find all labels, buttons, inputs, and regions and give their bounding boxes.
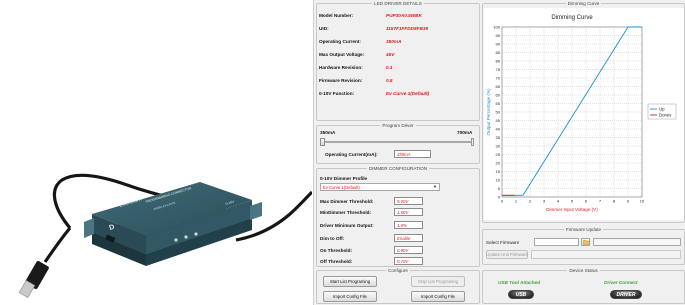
chart-x-axis-label: Dimmer Input Voltage (V) [546,207,598,212]
usb-programmer-image: EVERLIGHT PROGRAMMING CONNECTOR MODEL EX… [18,173,314,298]
y-tick-label: 70 [496,75,501,80]
dimmer-profile-label: 0-10V Dimmer Profile [320,176,368,181]
dimmer-profile-selected: Ev Curve 1(Default) [323,185,360,190]
start-list-programming-button[interactable]: Start List Programing [323,276,377,287]
driver-minimum-output-input[interactable]: 1.0% [394,221,423,229]
y-tick-label: 95 [496,33,501,38]
configure-title: Configure [388,268,408,273]
y-tick-label: 85 [496,50,501,55]
program-driver-title: Program Driver [382,123,414,128]
y-tick-label: 100 [493,24,500,29]
usb-tool-attached-label: USB Tool Attached [498,280,541,285]
max-dimmer-threshold-input[interactable]: 9.00V [394,197,423,205]
uid-label: UID: [319,26,329,31]
y-tick-label: 10 [496,177,501,182]
dimming-function-value: Ev Curve 1(Default) [386,91,430,96]
programming-app-window: LED DRIVER DETAILS Model Number: PUP30A0… [313,0,685,305]
browse-folder-button[interactable] [581,238,590,246]
max-output-voltage-label: Max Output Voltage: [319,52,365,57]
chevron-down-icon: ▼ [433,184,437,189]
import-config-file-button[interactable]: Import Config File [323,291,377,302]
y-tick-label: 35 [496,135,501,140]
legend-label: Up [659,107,665,112]
x-tick-label: 10 [640,199,645,204]
update-unit-firmware-button[interactable]: Update Unit Firmware [486,250,528,259]
y-tick-label: 80 [496,58,501,63]
y-tick-label: 20 [496,160,501,165]
model-number-label: Model Number: [319,13,354,18]
y-tick-label: 65 [496,84,501,89]
y-tick-label: 45 [496,118,501,123]
off-threshold-label: Off Threshold: [320,259,353,264]
dimming-curve-group-title: Dimming Curve [567,1,600,6]
firmware-update-title: Firmware Update [565,227,602,232]
max-output-voltage-value: 45V [386,52,395,57]
y-tick-label: 50 [496,109,501,114]
chart-y-axis-label: Output Percentage (%) [486,88,491,135]
uid-value: 1157F1FFDD8FB39 [386,26,429,31]
usb-plug [18,260,49,298]
y-tick-label: 30 [496,143,501,148]
min-dimmer-threshold-input[interactable]: 1.50V [394,208,423,216]
hardware-revision-label: Hardware Revision: [319,65,363,70]
driver-status-badge: DRIVER [610,290,642,299]
hardware-revision-value: 0.1 [386,65,393,70]
operating-current-value: 350mA [386,39,402,44]
on-threshold-input[interactable]: 0.90V [394,246,423,254]
dimming-curve-chart: Dimming Curve Dimmer Input Voltage (V) O… [484,8,684,220]
firmware-progress-bar [593,238,681,246]
driver-badge-text: DRIVER [616,291,636,298]
y-tick-label: 40 [496,126,501,131]
y-tick-label: 25 [496,152,501,157]
operating-current-input[interactable]: 350mA [394,150,431,158]
current-max-label: 700mA [457,130,473,135]
min-dimmer-threshold-label: MinDimmer Threshold: [320,210,372,215]
max-dimmer-threshold-label: Max Dimmer Threshold: [320,199,374,204]
off-threshold-input[interactable]: 0.70V [394,257,423,265]
folder-icon [583,240,590,245]
current-min-label: 350mA [320,130,336,135]
y-tick-label: 75 [496,67,501,72]
driver-minimum-output-label: Driver Minimum Output: [320,223,374,228]
slider-track [320,141,474,143]
operating-current-input-label: Operating Current(mA): [325,152,378,157]
dim-to-off-label: Dim to Off: [320,236,345,241]
slider-end-cap [471,138,474,146]
dimmer-profile-select[interactable]: Ev Curve 1(Default) ▼ [320,183,440,191]
slider-thumb[interactable] [320,138,325,146]
model-number-value: PUP30A0.5WBK [386,13,422,18]
chart-title: Dimming Curve [551,15,593,21]
firmware-revision-value: 0.5 [386,78,393,83]
firmware-status-field [531,250,681,259]
operating-current-label: Operating Current: [319,39,361,44]
product-photo: EVERLIGHT PROGRAMMING CONNECTOR MODEL EX… [0,0,314,305]
driver-connect-label: Driver Connect [604,280,638,285]
usb-status-badge: USB [508,290,534,299]
y-tick-label: 15 [496,169,501,174]
y-tick-label: 55 [496,101,501,106]
dimmer-configuration-title: DIMMER CONFIGURATION [368,166,428,171]
usb-badge-text: USB [515,291,527,298]
y-tick-label: 60 [496,92,501,97]
led-driver-details-title: LED DRIVER DETAILS [374,1,422,6]
dim-to-off-select[interactable]: Enable [394,234,423,242]
y-tick-label: 90 [496,41,501,46]
device-status-title: Device Status [569,268,598,273]
firmware-path-input[interactable] [534,238,579,246]
firmware-revision-label: Firmware Revision: [319,78,363,83]
import-config-file-button-2[interactable]: Import Config File [411,291,465,302]
on-threshold-label: On Threshold: [320,248,353,253]
led-driver-details-group: LED DRIVER DETAILS [316,1,480,121]
select-firmware-label: Select Firmware [486,240,520,245]
dimming-function-label: 0-10V Function: [319,91,355,96]
firmware-update-group: Firmware Update [482,227,685,265]
legend-label: Dones [659,113,671,118]
stop-list-programming-button[interactable]: Stop List Programing [411,276,465,287]
current-slider[interactable] [320,138,474,146]
